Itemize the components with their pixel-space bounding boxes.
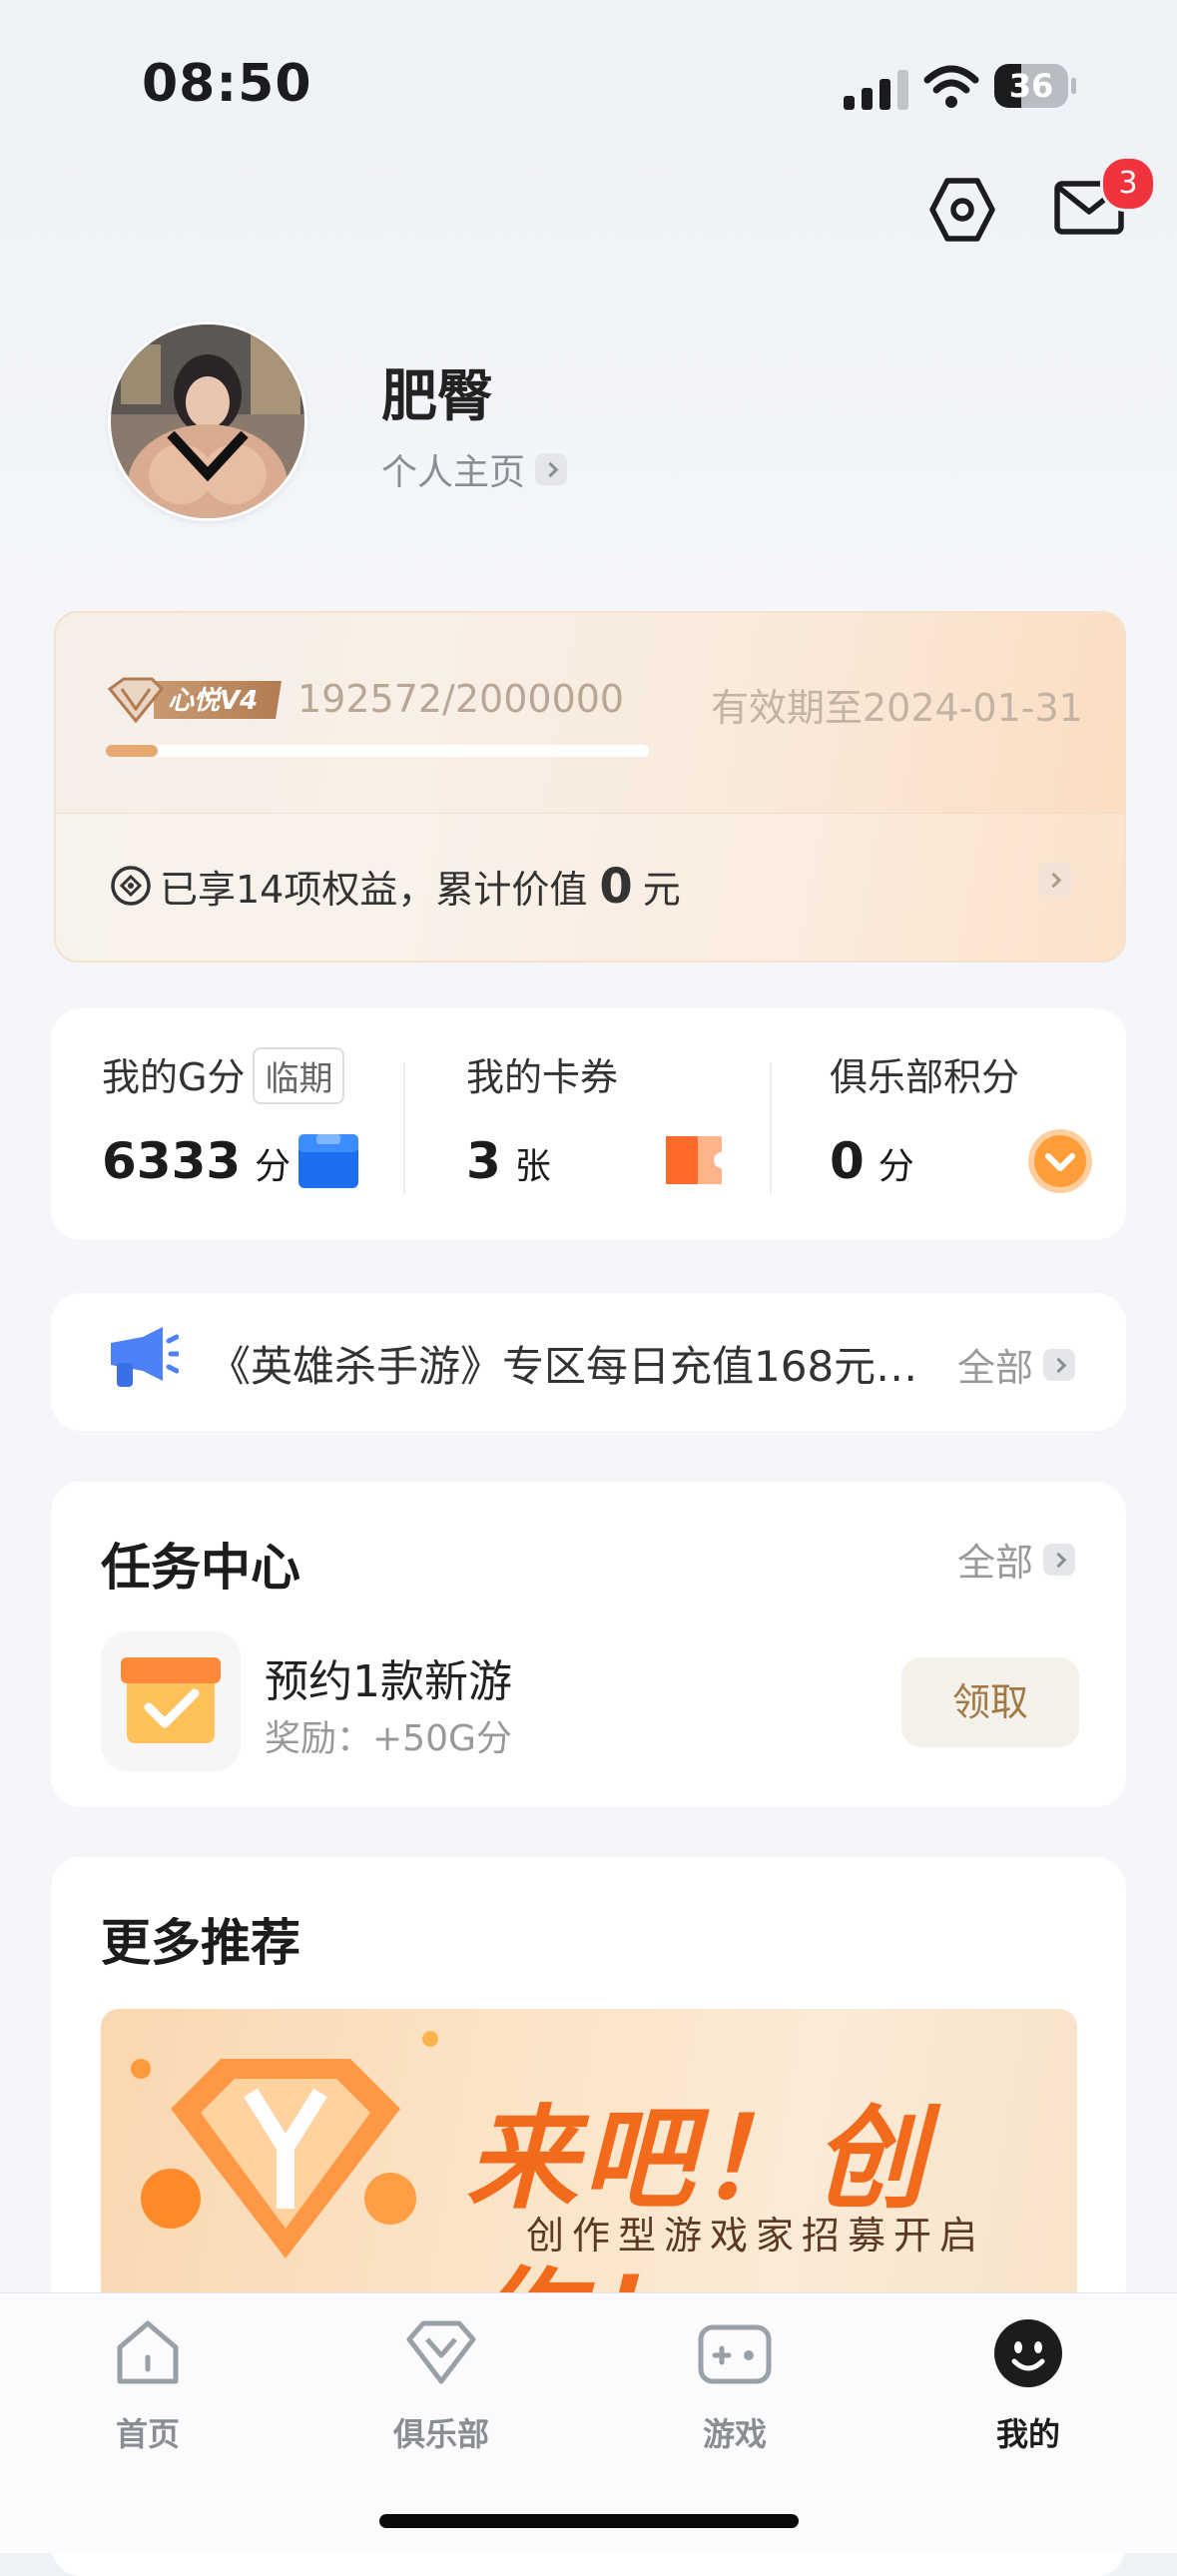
home-icon	[117, 2320, 179, 2384]
mail-unread-badge: 3	[1100, 156, 1156, 212]
vip-benefit-summary: 已享14项权益，累计价值 0 元	[160, 859, 681, 915]
club-points-unit: 分	[878, 1146, 914, 1187]
club-points-coin-icon	[1028, 1129, 1092, 1193]
g-points-title: 我的G分	[102, 1055, 246, 1099]
announcement-text: 《英雄杀手游》专区每日充值168元…	[209, 1342, 918, 1391]
announcement-bar[interactable]: 《英雄杀手游》专区每日充值168元… 全部	[51, 1293, 1126, 1431]
task-reward: 奖励：+50G分	[265, 1718, 512, 1759]
g-points-box-icon	[298, 1134, 358, 1188]
tab-label: 首页	[115, 2415, 180, 2453]
vip-membership-card[interactable]: 心悦V4 192572/2000000 有效期至2024-01-31 已享14项…	[54, 611, 1126, 963]
task-center-all-link[interactable]: 全部	[957, 1532, 1076, 1587]
username: 肥臀	[381, 364, 493, 429]
coupons-unit: 张	[514, 1146, 551, 1187]
battery-icon: 36	[994, 64, 1076, 108]
announcement-all-link[interactable]: 全部	[957, 1337, 1076, 1392]
banner-subtitle: 创作型游戏家招募开启	[526, 2214, 986, 2257]
chevron-right-icon	[1043, 1543, 1076, 1576]
g-points-value: 6333	[102, 1132, 242, 1190]
coupons-title: 我的卡券	[466, 1055, 619, 1099]
tab-home[interactable]: 首页	[48, 2313, 248, 2455]
g-points-unit: 分	[255, 1146, 292, 1187]
vip-expiry-date: 有效期至2024-01-31	[711, 686, 1083, 730]
tab-label: 我的	[995, 2415, 1060, 2453]
tab-games[interactable]: 游戏	[635, 2313, 835, 2455]
claim-button[interactable]: 领取	[901, 1657, 1079, 1747]
status-time: 08:50	[142, 54, 312, 114]
club-points-item[interactable]: 俱乐部积分 0分	[770, 1008, 1126, 1240]
cellular-signal-icon	[844, 70, 908, 110]
benefit-diamond-icon	[111, 866, 151, 906]
coupons-value: 3	[466, 1132, 501, 1190]
reservation-box-icon	[121, 1657, 221, 1743]
wifi-icon	[923, 65, 979, 108]
vip-progress-bar	[106, 745, 649, 757]
home-indicator	[379, 2514, 799, 2528]
task-center-title: 任务中心	[101, 1539, 300, 1597]
vip-progress-fill	[106, 745, 159, 757]
task-name: 预约1款新游	[265, 1656, 512, 1707]
chevron-right-icon	[1043, 1348, 1076, 1381]
personal-homepage-label: 个人主页	[381, 452, 526, 493]
battery-level: 36	[1008, 67, 1054, 105]
chevron-right-icon	[535, 453, 568, 485]
expiring-tag: 临期	[253, 1047, 345, 1104]
all-label: 全部	[957, 1346, 1034, 1390]
recommendations-title: 更多推荐	[101, 1914, 300, 1972]
task-center-card: 任务中心 全部 预约1款新游 奖励：+50G分 领取	[51, 1482, 1126, 1807]
coupon-ticket-icon	[666, 1136, 722, 1184]
g-points-item[interactable]: 我的G分 临期 6333 分	[51, 1008, 410, 1240]
club-diamond-icon	[406, 2320, 476, 2384]
club-points-title: 俱乐部积分	[830, 1055, 1020, 1099]
tab-club[interactable]: 俱乐部	[341, 2313, 541, 2455]
tab-label: 游戏	[702, 2415, 767, 2453]
task-icon	[101, 1631, 241, 1771]
vip-benefit-value: 0	[599, 859, 633, 915]
vip-benefit-unit: 元	[642, 868, 681, 912]
gamepad-icon	[698, 2324, 772, 2384]
tab-mine[interactable]: 我的	[928, 2313, 1128, 2455]
all-label: 全部	[957, 1541, 1034, 1585]
smiley-face-icon	[994, 2319, 1062, 2387]
vip-growth-progress: 192572/2000000	[297, 677, 625, 721]
tab-label: 俱乐部	[392, 2415, 489, 2453]
avatar-image	[111, 324, 304, 518]
vip-benefit-text: 已享14项权益，累计价值	[160, 868, 588, 912]
points-summary-card: 我的G分 临期 6333 分 我的卡券 3张 俱乐部积分 0分	[51, 1008, 1126, 1240]
vip-badge-text: 心悦V4	[168, 686, 258, 716]
settings-icon[interactable]	[926, 174, 998, 246]
personal-homepage-link[interactable]: 个人主页	[381, 443, 568, 495]
megaphone-icon	[111, 1327, 179, 1387]
avatar[interactable]	[108, 322, 307, 521]
club-points-value: 0	[830, 1132, 865, 1190]
coupons-item[interactable]: 我的卡券 3张	[410, 1008, 770, 1240]
chevron-right-icon[interactable]	[1038, 863, 1072, 897]
